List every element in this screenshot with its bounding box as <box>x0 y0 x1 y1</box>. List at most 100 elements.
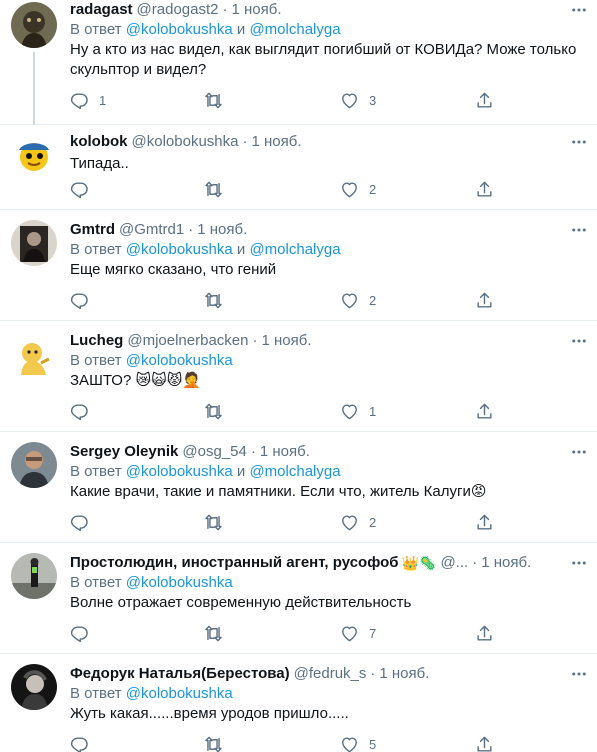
timestamp[interactable]: 1 нояб. <box>197 220 247 240</box>
like-button[interactable]: 2 <box>340 178 376 200</box>
timestamp[interactable]: 1 нояб. <box>231 0 281 20</box>
reply-context: В ответ @kolobokushka и @molchalyga <box>70 240 587 260</box>
more-options-button[interactable] <box>567 132 591 152</box>
tweet-sergey-oleynik[interactable]: Sergey Oleynik @osg_54 · 1 нояб. В ответ… <box>0 432 597 543</box>
share-button[interactable] <box>475 178 494 200</box>
like-button[interactable]: 5 <box>340 733 376 752</box>
timestamp[interactable]: 1 нояб. <box>260 442 310 462</box>
avatar[interactable] <box>11 333 57 379</box>
mention-link[interactable]: @molchalyga <box>249 463 340 480</box>
user-handle[interactable]: @mjoelnerbacken <box>127 331 248 351</box>
reply-context: В ответ @kolobokushka <box>70 684 587 704</box>
retweet-button[interactable] <box>204 89 233 111</box>
like-button[interactable]: 1 <box>340 400 376 422</box>
timestamp[interactable]: 1 нояб. <box>481 553 531 573</box>
share-button[interactable] <box>475 400 494 422</box>
mention-link[interactable]: @kolobokushka <box>126 352 233 369</box>
avatar[interactable] <box>11 553 57 599</box>
like-button[interactable]: 2 <box>340 511 376 533</box>
tweet-lucheg[interactable]: Lucheg @mjoelnerbacken · 1 нояб. В ответ… <box>0 321 597 432</box>
avatar[interactable] <box>11 664 57 710</box>
separator-dot: · <box>222 1 228 18</box>
share-icon <box>475 513 494 532</box>
avatar[interactable] <box>11 2 57 48</box>
retweet-button[interactable] <box>204 622 233 644</box>
user-handle[interactable]: @osg_54 <box>182 442 246 462</box>
tweet-text: Какие врачи, такие и памятники. Если что… <box>70 483 487 500</box>
user-handle[interactable]: @kolobokushka <box>132 132 239 152</box>
user-handle[interactable]: @... <box>440 553 468 573</box>
timestamp[interactable]: 1 нояб. <box>261 331 311 351</box>
reply-bubble-icon <box>70 291 89 310</box>
tweet-text: Ну а кто из нас видел, как выглядит поги… <box>70 41 577 78</box>
display-name[interactable]: Федорук Наталья(Берестова) <box>70 664 290 684</box>
avatar[interactable] <box>11 220 57 266</box>
mention-link[interactable]: @kolobokushka <box>126 21 233 38</box>
reply-button[interactable] <box>70 289 99 311</box>
separator-dot: · <box>242 133 248 150</box>
tweet-header: Простолюдин, иностранный агент, русофоб … <box>70 553 587 573</box>
tweet-actions: 2 <box>70 511 510 533</box>
retweet-button[interactable] <box>204 178 233 200</box>
retweet-button[interactable] <box>204 511 233 533</box>
retweet-button[interactable] <box>204 289 233 311</box>
share-icon <box>475 180 494 199</box>
like-count: 5 <box>369 736 377 752</box>
reply-button[interactable] <box>70 400 99 422</box>
avatar[interactable] <box>11 130 57 176</box>
reply-button[interactable] <box>70 622 99 644</box>
more-horizontal-icon <box>570 665 588 683</box>
share-button[interactable] <box>475 511 494 533</box>
heart-icon <box>340 91 359 110</box>
tweet-gmtrd[interactable]: Gmtrd @Gmtrd1 · 1 нояб. В ответ @kolobok… <box>0 210 597 321</box>
user-handle[interactable]: @radogast2 <box>137 0 219 20</box>
reply-label: В ответ <box>70 241 122 258</box>
mention-link[interactable]: @molchalyga <box>249 21 340 38</box>
user-handle[interactable]: @Gmtrd1 <box>119 220 184 240</box>
more-options-button[interactable] <box>567 664 591 684</box>
share-button[interactable] <box>475 622 494 644</box>
timestamp[interactable]: 1 нояб. <box>379 664 429 684</box>
tweet-prostolyudin[interactable]: Простолюдин, иностранный агент, русофоб … <box>0 543 597 654</box>
more-options-button[interactable] <box>567 331 591 351</box>
share-button[interactable] <box>475 289 494 311</box>
tweet-fedoruk[interactable]: Федорук Наталья(Берестова) @fedruk_s · 1… <box>0 654 597 752</box>
mention-link[interactable]: @molchalyga <box>249 241 340 258</box>
display-name[interactable]: kolobok <box>70 132 128 152</box>
tweet-radagast[interactable]: radagast @radogast2 · 1 нояб. В ответ @k… <box>0 0 597 125</box>
conjunction: и <box>236 241 246 258</box>
retweet-button[interactable] <box>204 400 233 422</box>
user-handle[interactable]: @fedruk_s <box>294 664 367 684</box>
display-name[interactable]: Lucheg <box>70 331 123 351</box>
more-horizontal-icon <box>570 554 588 572</box>
reply-button[interactable]: 1 <box>70 89 106 111</box>
avatar[interactable] <box>11 442 57 488</box>
display-name[interactable]: Простолюдин, иностранный агент, русофоб <box>70 553 399 573</box>
like-button[interactable]: 3 <box>340 89 376 111</box>
more-options-button[interactable] <box>567 0 591 20</box>
mention-link[interactable]: @kolobokushka <box>126 685 233 702</box>
tweet-text: Типада.. <box>70 155 129 172</box>
like-button[interactable]: 2 <box>340 289 376 311</box>
tweet-header: Lucheg @mjoelnerbacken · 1 нояб. <box>70 331 587 351</box>
mention-link[interactable]: @kolobokushka <box>126 463 233 480</box>
display-name[interactable]: radagast <box>70 0 133 20</box>
reply-button[interactable] <box>70 511 99 533</box>
mention-link[interactable]: @kolobokushka <box>126 241 233 258</box>
retweet-button[interactable] <box>204 733 233 752</box>
like-button[interactable]: 7 <box>340 622 376 644</box>
tweet-actions: 7 <box>70 622 510 644</box>
tweet-kolobok[interactable]: kolobok @kolobokushka · 1 нояб. Типада..… <box>0 125 597 210</box>
share-button[interactable] <box>475 733 494 752</box>
mention-link[interactable]: @kolobokushka <box>126 574 233 591</box>
more-options-button[interactable] <box>567 442 591 462</box>
tweet-body: radagast @radogast2 · 1 нояб. В ответ @k… <box>70 0 587 80</box>
display-name[interactable]: Gmtrd <box>70 220 115 240</box>
reply-button[interactable] <box>70 733 99 752</box>
share-button[interactable] <box>475 89 494 111</box>
more-options-button[interactable] <box>567 553 591 573</box>
reply-button[interactable] <box>70 178 99 200</box>
more-options-button[interactable] <box>567 220 591 240</box>
timestamp[interactable]: 1 нояб. <box>251 132 301 152</box>
display-name[interactable]: Sergey Oleynik <box>70 442 178 462</box>
